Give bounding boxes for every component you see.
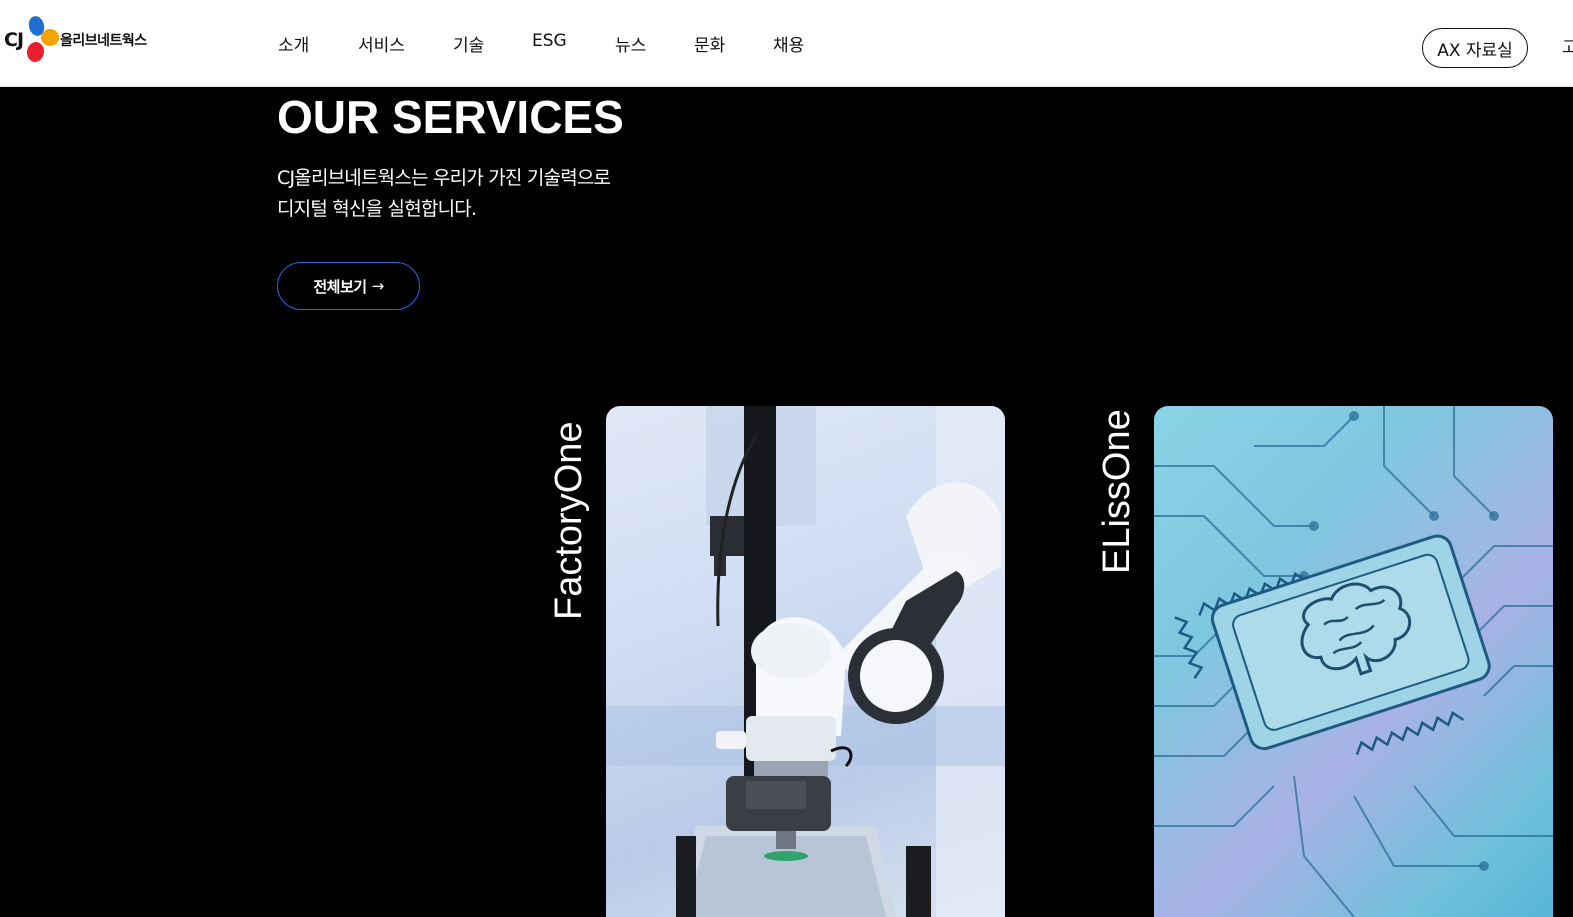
cj-olivenetworks-logo[interactable]: CJ 올리브네트웍스 — [4, 14, 147, 64]
nav-item-about[interactable]: 소개 — [278, 31, 358, 56]
nav-item-culture[interactable]: 문화 — [694, 31, 773, 56]
nav-item-careers[interactable]: 채용 — [773, 31, 833, 56]
site-header: CJ 올리브네트웍스 소개 서비스 기술 ESG 뉴스 문화 채용 AX 자료실… — [0, 0, 1573, 87]
logo-cj-text: CJ — [4, 29, 24, 51]
description-line-2: 디지털 혁신을 실현합니다. — [277, 198, 477, 220]
nav-item-technology[interactable]: 기술 — [453, 31, 532, 56]
service-card-factoryone[interactable] — [606, 406, 1005, 917]
section-description: CJ올리브네트웍스는 우리가 가진 기술력으로 디지털 혁신을 실현합니다. — [277, 163, 611, 225]
view-all-label: 전체보기 — [313, 277, 367, 296]
service-label-factoryone[interactable]: FactoryOne — [548, 421, 591, 620]
arrow-right-icon: → — [371, 277, 385, 295]
ax-library-button[interactable]: AX 자료실 — [1422, 28, 1528, 68]
logo-company-name: 올리브네트웍스 — [60, 33, 147, 49]
robot-arm-image-icon — [606, 406, 1005, 917]
main-nav: 소개 서비스 기술 ESG 뉴스 문화 채용 — [278, 31, 833, 56]
service-card-elissone[interactable] — [1154, 406, 1553, 917]
ai-chip-brain-image-icon — [1154, 406, 1553, 917]
view-all-button[interactable]: 전체보기 → — [277, 262, 420, 310]
section-title: OUR SERVICES — [277, 91, 624, 143]
description-line-1: CJ올리브네트웍스는 우리가 가진 기술력으로 — [277, 167, 611, 189]
nav-item-services[interactable]: 서비스 — [358, 31, 453, 56]
cj-logo-mark-icon — [24, 14, 64, 64]
nav-item-cutoff[interactable]: 고 — [1562, 33, 1573, 58]
service-label-elissone[interactable]: ELissOne — [1096, 409, 1139, 574]
nav-item-esg[interactable]: ESG — [532, 31, 615, 56]
nav-item-news[interactable]: 뉴스 — [615, 31, 694, 56]
